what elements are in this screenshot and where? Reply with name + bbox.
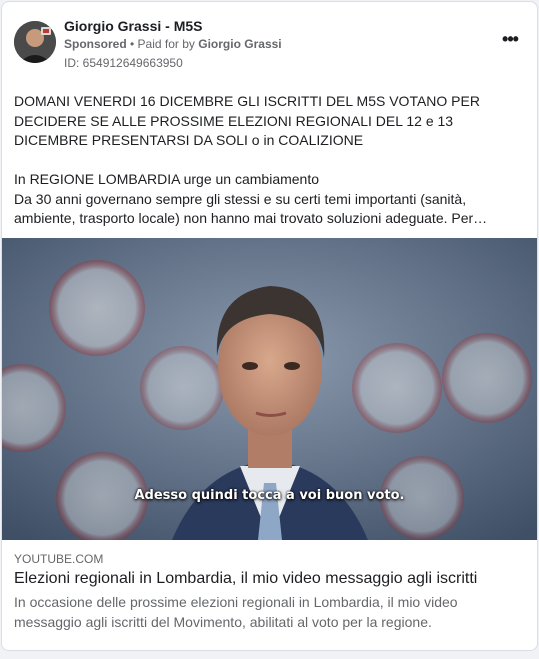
- paid-for-name[interactable]: Giorgio Grassi: [198, 37, 281, 51]
- link-domain: YOUTUBE.COM: [14, 552, 104, 566]
- post-header: Giorgio Grassi - M5S Sponsored • Paid fo…: [2, 2, 537, 82]
- post-body-line: Da 30 anni governano sempre gli stessi e…: [14, 190, 488, 227]
- post-headline: DOMANI VENERDI 16 DICEMBRE GLI ISCRITTI …: [14, 93, 480, 148]
- post-body-text: DOMANI VENERDI 16 DICEMBRE GLI ISCRITTI …: [14, 92, 526, 229]
- more-options-button[interactable]: •••: [497, 29, 523, 52]
- link-title[interactable]: Elezioni regionali in Lombardia, il mio …: [14, 570, 477, 588]
- ad-id: ID: 654912649663950: [64, 56, 183, 70]
- video-caption: Adesso quindi tocca a voi buon voto.: [134, 488, 405, 503]
- sponsored-line: Sponsored • Paid for by Giorgio Grassi: [64, 37, 282, 51]
- link-preview[interactable]: YOUTUBE.COM Elezioni regionali in Lombar…: [2, 540, 537, 650]
- avatar-image: [14, 21, 56, 63]
- meta-separator: •: [126, 37, 138, 51]
- author-avatar[interactable]: [14, 21, 56, 63]
- ad-post-card: Giorgio Grassi - M5S Sponsored • Paid fo…: [1, 1, 538, 651]
- author-name[interactable]: Giorgio Grassi - M5S: [64, 18, 202, 34]
- post-body-line: In REGIONE LOMBARDIA urge un cambiamento: [14, 171, 320, 187]
- video-thumbnail[interactable]: Adesso quindi tocca a voi buon voto.: [2, 238, 537, 540]
- more-horizontal-icon: •••: [502, 29, 519, 49]
- paid-for-prefix: Paid for by: [137, 37, 195, 51]
- link-description: In occasione delle prossime elezioni reg…: [14, 594, 458, 630]
- sponsored-label: Sponsored: [64, 37, 127, 51]
